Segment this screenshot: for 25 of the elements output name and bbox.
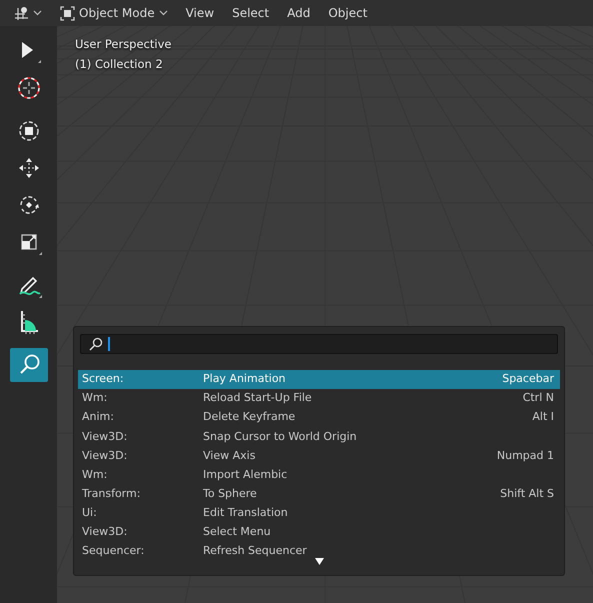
menu-item[interactable]: Select <box>225 2 276 24</box>
text-cursor <box>108 337 110 351</box>
search-result-item[interactable]: Wm: Reload Start-Up File Ctrl N <box>78 389 560 408</box>
search-result-item[interactable]: View3D: Snap Cursor to World Origin <box>78 427 560 446</box>
search-result-item[interactable]: View3D: Select Menu <box>78 522 560 542</box>
menu-item[interactable]: Add <box>280 2 318 24</box>
search-result-item[interactable]: Ui: Edit Translation <box>78 504 560 523</box>
viewport-info-text: (1) Collection 2 <box>75 56 164 73</box>
viewport-info-text: User Perspective <box>75 36 172 53</box>
search-field[interactable] <box>80 334 558 354</box>
scroll-down-icon[interactable] <box>314 558 324 565</box>
search-result-item[interactable]: Transform: To Sphere Shift Alt S <box>78 484 560 504</box>
search-result-item[interactable]: Anim: Delete Keyframe Alt I <box>78 408 560 428</box>
mode-dropdown[interactable]: Object Mode <box>53 2 175 24</box>
search-result-item[interactable]: Screen: Play Animation Spacebar <box>78 370 560 390</box>
object-mode-icon <box>60 6 75 20</box>
chevron-icon <box>158 10 168 16</box>
chevron-icon <box>33 10 42 16</box>
menu-item[interactable]: Object <box>321 2 374 24</box>
search-result-item[interactable]: Wm: Import Alembic <box>78 465 560 485</box>
menu-item[interactable]: View <box>178 2 222 24</box>
search-icon <box>89 337 103 351</box>
search-result-item[interactable]: Sequencer: Refresh Sequencer <box>78 542 560 561</box>
axes-icon <box>13 5 29 21</box>
search-result-item[interactable]: View3D: View Axis Numpad 1 <box>78 446 560 466</box>
